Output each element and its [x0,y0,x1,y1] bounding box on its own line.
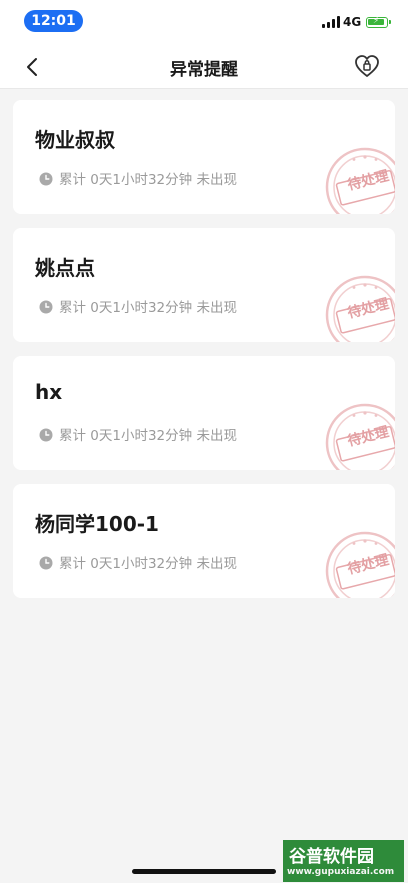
alert-duration: 累计 0天1小时32分钟 未出现 [59,300,237,316]
alert-name: hx [35,380,63,404]
network-label: 4G [343,15,362,29]
home-indicator[interactable] [132,869,276,874]
clock-icon [39,556,53,570]
signal-icon [322,16,342,28]
alert-duration: 累计 0天1小时32分钟 未出现 [59,172,237,188]
heart-lock-icon [355,55,379,77]
alert-card[interactable]: 姚点点 累计 0天1小时32分钟 未出现 待处理 [13,228,395,342]
page-title: 异常提醒 [170,60,238,80]
alert-duration: 累计 0天1小时32分钟 未出现 [59,428,237,444]
status-bar: 12:01 4G ⚡ [0,0,408,46]
watermark-brand: 谷普软件园 [289,847,374,867]
alert-name: 物业叔叔 [35,128,115,152]
watermark-url: www.gupuxiazai.com [287,867,395,877]
heart-lock-button[interactable] [353,52,381,80]
battery-icon: ⚡ [366,16,391,28]
clock-icon [39,428,53,442]
site-watermark: 谷普软件园 www.gupuxiazai.com [283,840,404,882]
alert-duration: 累计 0天1小时32分钟 未出现 [59,556,237,572]
alert-card[interactable]: hx 累计 0天1小时32分钟 未出现 待处理 [13,356,395,470]
alert-card[interactable]: 物业叔叔 累计 0天1小时32分钟 未出现 待处理 [13,100,395,214]
nav-bar: 异常提醒 [0,46,408,89]
alert-card[interactable]: 杨同学100-1 累计 0天1小时32分钟 未出现 待处理 [13,484,395,598]
status-time: 12:01 [24,10,83,32]
clock-icon [39,172,53,186]
alert-name: 杨同学100-1 [35,512,159,536]
clock-icon [39,300,53,314]
alert-name: 姚点点 [35,256,95,280]
